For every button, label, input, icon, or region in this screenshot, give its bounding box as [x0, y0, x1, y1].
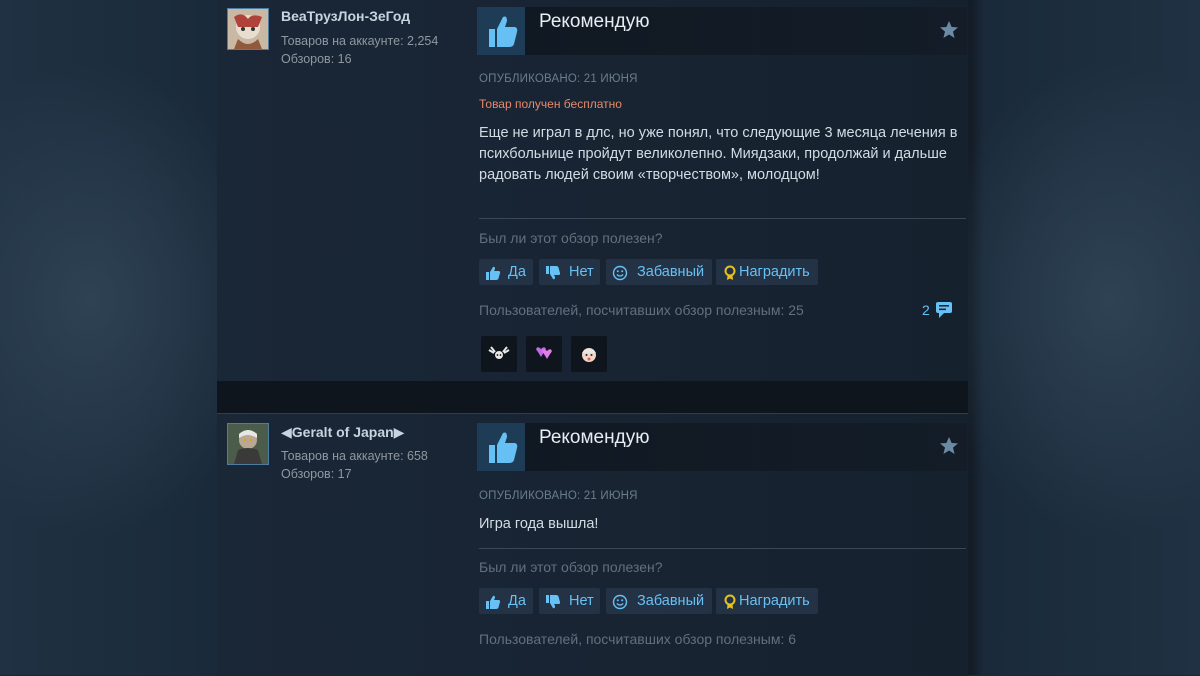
award-medal-icon	[722, 264, 738, 280]
vote-yes-button[interactable]: Да	[479, 588, 533, 614]
smiley-icon	[612, 593, 628, 610]
thumbs-up-icon	[485, 264, 501, 280]
recommendation-label: Рекомендую	[539, 427, 650, 448]
avatar[interactable]	[227, 423, 269, 465]
review-text: Еще не играл в длс, но уже понял, что сл…	[479, 125, 958, 183]
hearts-award-icon[interactable]	[526, 336, 562, 372]
vote-no-label: Нет	[569, 264, 594, 280]
avatar[interactable]	[227, 8, 269, 50]
review-text: Игра года вышла!	[479, 516, 599, 532]
products-count[interactable]: Товаров на аккаунте: 2,254	[281, 32, 438, 50]
award-button[interactable]: Наградить	[716, 588, 818, 614]
review-card: ◀Geralt of Japan▶ Товаров на аккаунте: 6…	[217, 413, 968, 676]
review-card: BeaТрузЛон-ЗеГод Товаров на аккаунте: 2,…	[217, 0, 968, 381]
vote-yes-label: Да	[508, 264, 526, 280]
review-separator	[217, 381, 968, 413]
reviews-column: BeaТрузЛон-ЗеГод Товаров на аккаунте: 2,…	[217, 0, 968, 676]
divider	[479, 548, 966, 549]
comment-count[interactable]: 2	[922, 302, 930, 318]
vote-no-button[interactable]: Нет	[539, 588, 600, 614]
vote-no-label: Нет	[569, 593, 594, 609]
star-icon[interactable]	[939, 20, 959, 40]
thumbs-up-icon	[477, 423, 525, 471]
reviews-count[interactable]: Обзоров: 16	[281, 50, 352, 68]
baby-award-icon[interactable]	[571, 336, 607, 372]
vote-no-button[interactable]: Нет	[539, 259, 600, 285]
recommendation-header[interactable]: Рекомендую	[477, 7, 967, 55]
free-product-notice: Товар получен бесплатно	[479, 97, 622, 111]
deer-award-icon[interactable]	[481, 336, 517, 372]
helpful-question: Был ли этот обзор полезен?	[479, 230, 663, 246]
award-button[interactable]: Наградить	[716, 259, 818, 285]
smiley-icon	[612, 264, 628, 281]
helpful-count: Пользователей, посчитавших обзор полезны…	[479, 631, 797, 647]
vote-funny-label: Забавный	[637, 593, 705, 609]
award-label: Наградить	[739, 593, 810, 609]
recommendation-label: Рекомендую	[539, 11, 650, 32]
star-icon[interactable]	[939, 436, 959, 456]
helpful-count: Пользователей, посчитавших обзор полезны…	[479, 302, 804, 318]
recommendation-header[interactable]: Рекомендую	[477, 423, 967, 471]
author-name[interactable]: BeaТрузЛон-ЗеГод	[281, 8, 410, 24]
award-label: Наградить	[739, 264, 810, 280]
award-medal-icon	[722, 593, 738, 609]
divider	[479, 218, 966, 219]
vote-yes-button[interactable]: Да	[479, 259, 533, 285]
reviews-count[interactable]: Обзоров: 17	[281, 465, 352, 483]
posted-date: ОПУБЛИКОВАНО: 21 ИЮНЯ	[479, 490, 638, 502]
posted-date: ОПУБЛИКОВАНО: 21 ИЮНЯ	[479, 73, 638, 85]
vote-funny-button[interactable]: Забавный	[606, 588, 712, 614]
products-count[interactable]: Товаров на аккаунте: 658	[281, 447, 428, 465]
vote-funny-label: Забавный	[637, 264, 705, 280]
thumbs-down-icon	[545, 593, 561, 609]
comment-icon[interactable]	[935, 301, 955, 319]
thumbs-up-icon	[477, 7, 525, 55]
thumbs-down-icon	[545, 264, 561, 280]
vote-funny-button[interactable]: Забавный	[606, 259, 712, 285]
author-name[interactable]: ◀Geralt of Japan▶	[281, 424, 404, 441]
thumbs-up-icon	[485, 593, 501, 609]
helpful-question: Был ли этот обзор полезен?	[479, 559, 663, 575]
vote-yes-label: Да	[508, 593, 526, 609]
